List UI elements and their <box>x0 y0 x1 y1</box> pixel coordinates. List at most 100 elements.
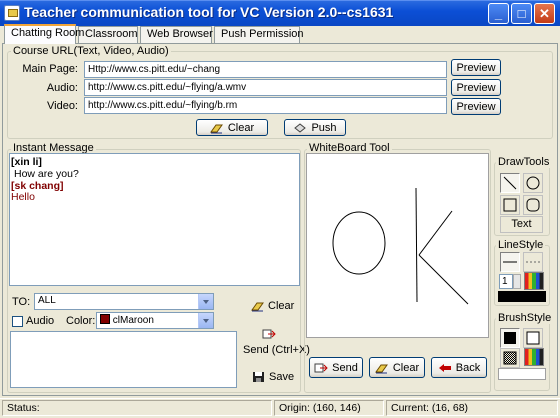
solid-line-style-button[interactable] <box>500 252 520 272</box>
chevron-down-icon <box>198 313 213 328</box>
save-message-label: Save <box>269 371 295 383</box>
solid-brush-icon <box>504 332 516 344</box>
clear-brush-button[interactable] <box>523 328 543 348</box>
app-icon <box>4 5 20 21</box>
whiteboard-send-button[interactable]: Send <box>309 357 363 378</box>
brush-color-preview <box>498 368 546 380</box>
clear-message-label: Clear <box>268 300 295 312</box>
dashed-line-style-button[interactable] <box>523 252 543 272</box>
line-width-spinner[interactable] <box>513 274 521 289</box>
line-tool-button[interactable] <box>500 173 520 193</box>
preview-label: Preview <box>456 61 496 74</box>
send-message-button[interactable]: Send (Ctrl+X) <box>243 344 310 356</box>
course-url-group-label: Course URL(Text, Video, Audio) <box>11 45 171 57</box>
whiteboard-drawing <box>332 187 469 305</box>
brush-style-group-label: BrushStyle <box>496 312 554 324</box>
video-url-input[interactable]: http://www.cs.pitt.edu/~flying/b.rm <box>84 97 447 114</box>
whiteboard-back-label: Back <box>455 361 481 374</box>
brush-color-picker-button[interactable] <box>524 348 544 366</box>
preview-audio-button[interactable]: Preview <box>451 79 501 96</box>
rounded-rect-icon <box>526 198 540 212</box>
preview-main-page-button[interactable]: Preview <box>451 59 501 76</box>
tab-classroom[interactable]: Classroom <box>78 26 138 43</box>
eraser-icon <box>251 302 264 312</box>
solid-brush-button[interactable] <box>500 328 520 348</box>
origin-readout: Origin: (160, 146) <box>274 400 384 416</box>
clear-message-button[interactable]: Clear <box>251 300 294 312</box>
audio-checkbox-label: Audio <box>26 315 55 327</box>
dashed-line-icon <box>526 261 540 263</box>
video-url-label: Video: <box>47 100 78 112</box>
eraser-icon <box>209 124 223 133</box>
whiteboard-clear-button[interactable]: Clear <box>369 357 425 378</box>
audio-checkbox[interactable] <box>12 316 23 327</box>
to-label: TO: <box>12 296 31 308</box>
tab-chatting-room[interactable]: Chatting Room <box>4 24 84 44</box>
drawn-line <box>418 210 453 256</box>
preview-label: Preview <box>456 81 496 94</box>
message-compose-input[interactable] <box>10 331 237 388</box>
recipient-select[interactable]: ALL <box>34 293 214 310</box>
message-sender: [xin li] <box>11 156 42 168</box>
line-style-group-label: LineStyle <box>496 239 546 251</box>
pattern-brush-icon <box>503 351 517 365</box>
back-arrow-icon <box>438 363 451 372</box>
save-icon <box>253 372 264 382</box>
push-icon <box>294 122 307 133</box>
clear-brush-icon <box>526 331 540 345</box>
minimize-icon: _ <box>494 6 503 21</box>
maximize-button[interactable]: □ <box>511 3 532 24</box>
send-icon <box>262 329 276 339</box>
tab-push-permission[interactable]: Push Permission <box>214 26 304 43</box>
ellipse-tool-button[interactable] <box>523 173 543 193</box>
push-button[interactable]: Push <box>284 119 346 136</box>
close-button[interactable]: ✕ <box>534 3 555 24</box>
clear-url-label: Clear <box>227 121 255 134</box>
preview-label: Preview <box>456 100 496 113</box>
whiteboard-canvas[interactable] <box>306 153 489 338</box>
line-color-preview <box>498 291 546 302</box>
tab-web-browser[interactable]: Web Browser <box>140 26 213 43</box>
status-text: Status: <box>2 400 272 416</box>
drawn-line <box>418 254 469 305</box>
message-text: How are you? <box>14 168 79 180</box>
send-icon <box>314 363 328 372</box>
audio-url-input[interactable]: http://www.cs.pitt.edu/~flying/a.wmv <box>84 79 447 96</box>
message-color-select[interactable]: clMaroon <box>96 312 214 329</box>
push-label: Push <box>311 121 337 134</box>
save-message-button[interactable]: Save <box>252 371 294 383</box>
color-label: Color: <box>66 315 96 327</box>
rectangle-tool-button[interactable] <box>500 195 520 215</box>
send-message-icon-wrap[interactable] <box>262 328 276 343</box>
line-width-input[interactable]: 1 <box>499 274 513 289</box>
text-tool-button[interactable]: Text <box>500 216 543 233</box>
pattern-brush-button[interactable] <box>500 348 520 368</box>
chevron-down-icon <box>198 294 213 309</box>
recipient-value: ALL <box>38 295 56 306</box>
drawn-ellipse <box>332 211 386 275</box>
message-text: Hello <box>11 191 35 203</box>
current-readout: Current: (16, 68) <box>386 400 558 416</box>
drawn-line <box>415 187 418 303</box>
whiteboard-send-label: Send <box>332 361 358 374</box>
main-page-label: Main Page: <box>22 63 78 75</box>
line-color-picker-button[interactable] <box>524 272 544 290</box>
window-title: Teacher communication tool for VC Versio… <box>24 4 394 20</box>
clear-url-button[interactable]: Clear <box>196 119 268 136</box>
minimize-button[interactable]: _ <box>488 3 509 24</box>
eraser-icon <box>374 364 388 373</box>
rounded-rect-tool-button[interactable] <box>523 195 543 215</box>
maximize-icon: □ <box>517 6 526 21</box>
solid-line-icon <box>503 261 517 263</box>
preview-video-button[interactable]: Preview <box>451 98 501 115</box>
whiteboard-back-button[interactable]: Back <box>431 357 487 378</box>
audio-url-label: Audio: <box>46 82 78 94</box>
message-color-value: clMaroon <box>112 315 154 326</box>
rectangle-icon <box>503 198 517 212</box>
main-page-input[interactable]: Http://www.cs.pitt.edu/~chang <box>84 61 447 78</box>
color-swatch <box>100 314 110 324</box>
whiteboard-clear-label: Clear <box>392 361 420 374</box>
ellipse-icon <box>526 176 540 190</box>
line-icon <box>503 176 517 190</box>
close-icon: ✕ <box>539 6 550 21</box>
